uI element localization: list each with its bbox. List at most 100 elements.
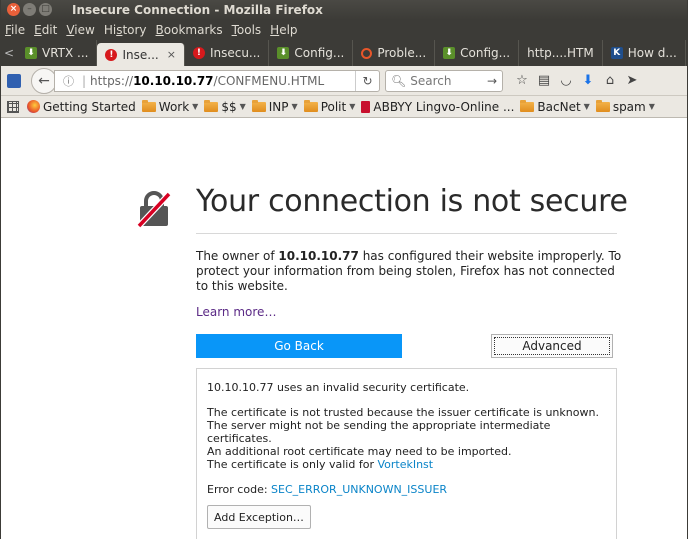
navigation-toolbar: ← ⓘ | https://10.10.10.77/CONFMENU.HTML …: [1, 66, 687, 96]
error-title: Your connection is not secure: [196, 184, 628, 219]
menu-bar: File Edit View History Bookmarks Tools Help: [1, 20, 687, 40]
tab-1[interactable]: ⬇ VRTX ...: [17, 40, 98, 66]
go-back-button[interactable]: Go Back: [196, 334, 402, 358]
bookmark-label: spam: [612, 99, 646, 114]
search-icon: 🔍︎: [391, 73, 407, 88]
bookmark-abbyy-lingvo-online[interactable]: ABBYY Lingvo-Online ...: [361, 100, 514, 114]
tab-8[interactable]: K How d...: [603, 40, 686, 66]
warning-icon: !: [105, 48, 118, 61]
green-download-icon: ⬇: [443, 47, 456, 59]
tab-6[interactable]: ⬇ Config...: [435, 40, 520, 66]
folder-icon: [204, 99, 219, 112]
bookmark-getting-started[interactable]: Getting Started: [27, 100, 136, 114]
tab-scroll-left-button[interactable]: <: [1, 40, 17, 66]
window-maximize-button[interactable]: □: [39, 3, 52, 16]
chevron-down-icon: ▼: [192, 102, 199, 111]
chevron-down-icon: ▼: [648, 102, 655, 111]
url-host: 10.10.10.77: [133, 73, 214, 88]
menu-item-view[interactable]: View: [66, 23, 94, 37]
tab-label: Config...: [294, 46, 345, 60]
url-bar[interactable]: ⓘ | https://10.10.10.77/CONFMENU.HTML ↻: [54, 69, 380, 92]
error-code-line: Error code: SEC_ERROR_UNKNOWN_ISSUER: [207, 483, 606, 496]
learn-more-link[interactable]: Learn more…: [196, 305, 276, 319]
green-download-icon: ⬇: [25, 47, 37, 59]
tab-label: Proble...: [377, 46, 427, 60]
info-icon[interactable]: ⓘ: [63, 73, 74, 89]
menu-item-edit[interactable]: Edit: [34, 23, 57, 37]
cert-root-text: An additional root certificate may need …: [207, 445, 512, 458]
tab-5[interactable]: Proble...: [353, 40, 436, 66]
tab-label: Insecu...: [209, 46, 261, 60]
bookmark-label: Work: [158, 99, 190, 114]
search-input[interactable]: 🔍︎ Search →: [385, 69, 503, 92]
desc-text-1: The owner of: [196, 249, 279, 263]
menu-item-tools[interactable]: Tools: [232, 23, 262, 37]
window-close-button[interactable]: ×: [7, 3, 20, 16]
cert-valid-for-text: The certificate is only valid for Vortek…: [207, 458, 606, 471]
tab-label: How d...: [627, 46, 677, 60]
tab-4[interactable]: ⬇ Config...: [269, 40, 354, 66]
folder-icon: [251, 99, 266, 112]
bookmarks-toolbar: Getting Started Work ▼ $$ ▼ INP ▼ Polit ▼ ABBYY L…: [1, 96, 687, 118]
broken-lock-icon: [137, 191, 171, 228]
window-minimize-button[interactable]: –: [23, 3, 36, 16]
apps-grid-icon[interactable]: [7, 100, 19, 113]
bookmark-bacnet[interactable]: BacNet ▼: [520, 99, 590, 114]
download-icon[interactable]: ⬇: [577, 73, 599, 88]
k-icon: K: [610, 47, 623, 59]
folder-icon: [595, 99, 610, 112]
title-bar: × – □ Insecure Connection - Mozilla Fire…: [1, 0, 687, 20]
tab-bar: < ⬇ VRTX ...! Inse... ×! Insecu... ⬇ Config...…: [1, 40, 687, 66]
bookmark-label: Polit: [320, 99, 347, 114]
error-code-link[interactable]: SEC_ERROR_UNKNOWN_ISSUER: [271, 483, 447, 496]
ring-icon: [361, 47, 373, 59]
reading-list-icon[interactable]: ▤: [533, 73, 555, 88]
advanced-button[interactable]: Advanced: [491, 334, 613, 358]
url-protocol: https://: [90, 73, 134, 88]
pocket-icon[interactable]: ◡: [555, 73, 577, 88]
search-go-icon[interactable]: →: [487, 74, 497, 88]
tab-label: Config...: [460, 46, 511, 60]
tab-2[interactable]: ! Inse... ×: [97, 43, 185, 66]
advanced-panel: 10.10.10.77 uses an invalid security cer…: [196, 368, 617, 539]
chevron-down-icon: ▼: [583, 102, 590, 111]
add-exception-button[interactable]: Add Exception…: [207, 505, 311, 529]
bookmark-label: $$: [221, 99, 237, 114]
bookmark-inp[interactable]: INP ▼: [251, 99, 298, 114]
bookmark-[interactable]: $$ ▼: [204, 99, 246, 114]
bookmark-work[interactable]: Work ▼: [141, 99, 199, 114]
toolbar-icons: ☆ ▤ ◡ ⬇ ⌂ ➤: [511, 73, 643, 88]
bookmark-polit[interactable]: Polit ▼: [303, 99, 356, 114]
menu-item-history[interactable]: History: [104, 23, 147, 37]
search-placeholder: Search: [410, 73, 452, 88]
warning-icon: !: [192, 47, 205, 59]
page-content: Your connection is not secure The owner …: [1, 118, 687, 539]
error-description: The owner of 10.10.10.77 has configured …: [196, 249, 626, 294]
folder-icon: [141, 99, 156, 112]
tab-7[interactable]: http....HTM: [519, 40, 603, 66]
chevron-down-icon: ▼: [349, 102, 356, 111]
menu-item-file[interactable]: File: [5, 23, 25, 37]
folder-icon: [520, 99, 535, 112]
home-icon[interactable]: ⌂: [599, 73, 621, 88]
bookmark-label: BacNet: [537, 99, 581, 114]
reload-button[interactable]: ↻: [355, 70, 379, 91]
valid-for-label: The certificate is only valid for: [207, 458, 378, 471]
menu-item-bookmarks[interactable]: Bookmarks: [156, 23, 223, 37]
tab-3[interactable]: ! Insecu...: [185, 40, 270, 66]
bookmark-label: ABBYY Lingvo-Online ...: [373, 99, 515, 114]
menu-item-help[interactable]: Help: [270, 23, 297, 37]
send-icon[interactable]: ➤: [621, 73, 643, 88]
valid-for-link[interactable]: VortekInst: [377, 458, 433, 471]
cert-untrusted-text: The certificate is not trusted because t…: [207, 406, 599, 419]
cert-invalid-text: 10.10.10.77 uses an invalid security cer…: [207, 381, 470, 394]
bookmark-spam[interactable]: spam ▼: [595, 99, 655, 114]
tab-close-icon[interactable]: ×: [167, 48, 176, 61]
bookmark-star-icon[interactable]: ☆: [511, 73, 533, 88]
window-title: Insecure Connection - Mozilla Firefox: [72, 3, 323, 17]
reload-icon: ↻: [362, 73, 373, 88]
extension-icon[interactable]: [7, 73, 21, 88]
firefox-window: × – □ Insecure Connection - Mozilla Fire…: [0, 0, 688, 539]
desc-host: 10.10.10.77: [278, 249, 359, 263]
error-code-label: Error code:: [207, 483, 272, 496]
